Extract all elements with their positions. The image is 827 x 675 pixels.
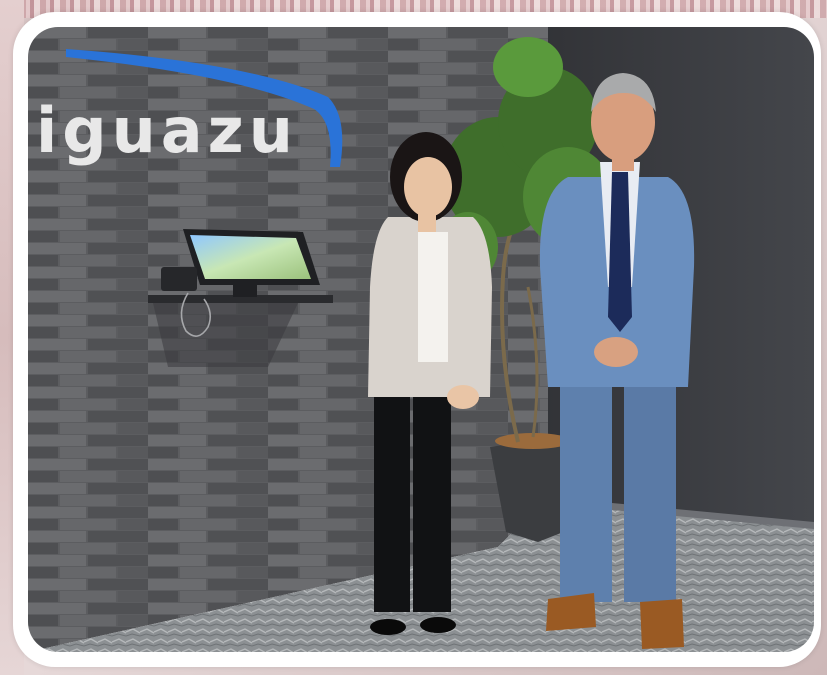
- office-photo: iguazu: [28, 27, 814, 652]
- logo-text: iguazu: [36, 94, 298, 167]
